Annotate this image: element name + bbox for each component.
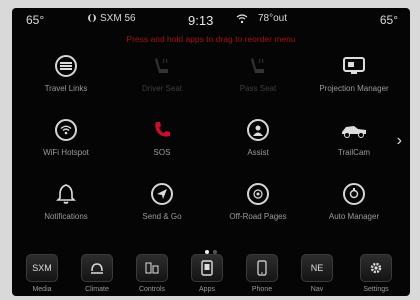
app-travel-links[interactable]: Travel Links — [20, 52, 112, 102]
clock: 9:13 — [188, 13, 214, 28]
dock-controls[interactable]: Controls — [130, 250, 174, 296]
phone-icon — [148, 116, 176, 144]
app-label: Projection Manager — [319, 84, 389, 93]
wifi-hotspot-icon — [52, 116, 80, 144]
dock-media[interactable]: SXM Media — [20, 250, 64, 296]
app-label: SOS — [153, 148, 171, 157]
app-label: Send & Go — [142, 212, 182, 221]
assist-icon — [244, 116, 272, 144]
app-label: TrailCam — [337, 148, 371, 157]
trailcam-icon — [340, 116, 368, 144]
driver-temperature[interactable]: 65° — [26, 13, 44, 27]
dock-label: Phone — [251, 286, 273, 293]
phone-icon — [246, 254, 278, 282]
app-label: Off-Road Pages — [229, 212, 287, 221]
app-label: WiFi Hotspot — [43, 148, 89, 157]
settings-icon — [360, 254, 392, 282]
app-assist[interactable]: Assist — [212, 116, 304, 166]
dock-label: Climate — [85, 286, 109, 293]
app-send-and-go[interactable]: Send & Go — [116, 180, 208, 230]
passenger-temperature[interactable]: 65° — [380, 13, 398, 27]
bell-icon — [52, 180, 80, 208]
passenger-seat-icon — [244, 52, 272, 80]
app-notifications[interactable]: Notifications — [20, 180, 112, 230]
app-trailcam[interactable]: TrailCam — [308, 116, 400, 166]
wifi-status-icon — [236, 13, 248, 27]
dock-label: Controls — [138, 286, 166, 293]
dock-settings[interactable]: Settings — [354, 250, 398, 296]
reorder-notice: Press and hold apps to drag to reorder m… — [126, 34, 296, 44]
radio-source[interactable]: SXM 56 — [88, 13, 136, 24]
travel-links-icon — [52, 52, 80, 80]
dock-apps[interactable]: Apps — [185, 250, 229, 296]
app-sos[interactable]: SOS — [116, 116, 208, 166]
app-label: Assist — [247, 148, 269, 157]
app-label: Notifications — [44, 212, 88, 221]
app-label: Driver Seat — [141, 84, 182, 93]
outside-temperature: 78°out — [258, 13, 288, 24]
app-projection-manager[interactable]: Projection Manager — [308, 52, 400, 102]
dock-label: Settings — [363, 286, 389, 293]
dock-climate[interactable]: Climate — [75, 250, 119, 296]
auto-manager-icon — [340, 180, 368, 208]
app-label: Travel Links — [44, 84, 88, 93]
infotainment-screen: 65° SXM 56 9:13 78°out 65° Press and hol… — [12, 8, 410, 296]
app-off-road-pages[interactable]: Off-Road Pages — [212, 180, 304, 230]
dock-label: Media — [32, 286, 52, 293]
dock-phone[interactable]: Phone — [240, 250, 284, 296]
dock-nav[interactable]: NE Nav — [295, 250, 339, 296]
app-auto-manager[interactable]: Auto Manager — [308, 180, 400, 230]
app-label: Pass Seat — [239, 84, 277, 93]
app-driver-seat[interactable]: Driver Seat — [116, 52, 208, 102]
next-page-chevron-icon[interactable]: › — [397, 132, 402, 150]
apps-icon — [191, 254, 223, 282]
app-passenger-seat[interactable]: Pass Seat — [212, 52, 304, 102]
radio-source-label: SXM 56 — [100, 13, 136, 24]
nav-icon: NE — [301, 254, 333, 282]
projection-manager-icon — [340, 52, 368, 80]
dock-label: Apps — [199, 286, 215, 293]
app-wifi-hotspot[interactable]: WiFi Hotspot — [20, 116, 112, 166]
media-icon: SXM — [26, 254, 58, 282]
sxm-icon — [88, 14, 96, 23]
climate-icon — [81, 254, 113, 282]
status-bar: 65° SXM 56 9:13 78°out 65° — [12, 8, 410, 34]
dock-label: Nav — [310, 286, 324, 293]
controls-icon — [136, 254, 168, 282]
bottom-dock: SXM Media Climate Controls Apps Phone NE… — [12, 250, 410, 296]
driver-seat-icon — [148, 52, 176, 80]
off-road-pages-icon — [244, 180, 272, 208]
send-and-go-icon — [148, 180, 176, 208]
app-label: Auto Manager — [328, 212, 380, 221]
